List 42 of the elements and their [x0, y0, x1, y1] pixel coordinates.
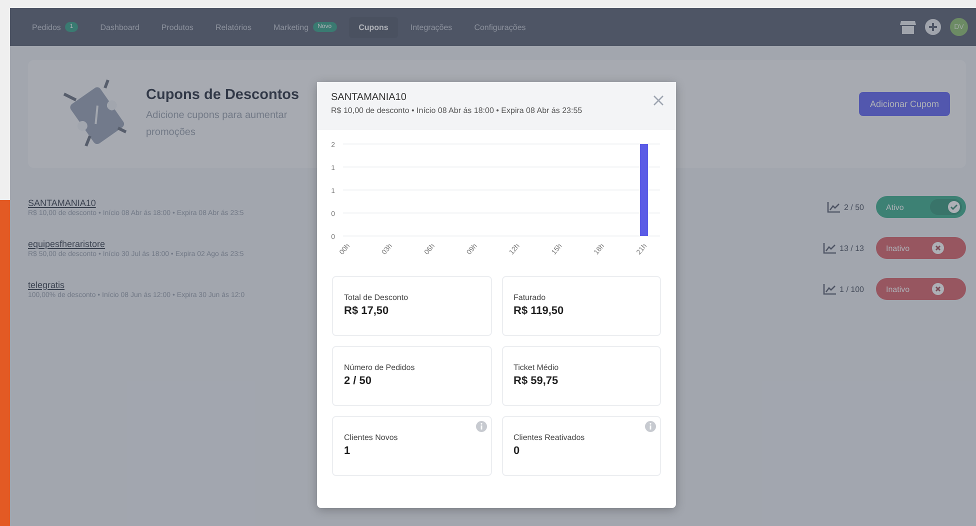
modal-title: SANTAMANIA10: [331, 92, 408, 103]
nav-tab[interactable]: Dashboard: [90, 16, 150, 38]
stat-label: Número de Pedidos: [344, 363, 416, 372]
stat-value: 1: [344, 445, 352, 457]
info-icon[interactable]: [476, 421, 486, 432]
usage-count: 13 / 13: [840, 244, 864, 252]
coupon-name-link[interactable]: SANTAMANIA10: [28, 198, 244, 208]
nav-tab[interactable]: Produtos: [151, 16, 204, 38]
add-coupon-button[interactable]: Adicionar Cupom: [858, 92, 950, 116]
page-title: Cupons de Descontos: [146, 87, 300, 103]
store-icon[interactable]: [900, 20, 916, 34]
check-icon: [950, 203, 958, 211]
nav-tab[interactable]: Integrações: [400, 16, 462, 38]
modal-subtitle: R$ 10,00 de desconto • Início 08 Abr ás 18:00 • Expira 08 Abr ás 23:55: [331, 106, 582, 115]
status-toggle[interactable]: Inativo: [876, 278, 966, 300]
stat-value: R$ 119,50: [514, 305, 565, 317]
stat-value: R$ 17,50: [344, 305, 390, 317]
nav-tab[interactable]: Cupons: [348, 16, 398, 38]
x-icon: [934, 285, 942, 293]
stat-value: R$ 59,75: [514, 375, 560, 387]
status-toggle[interactable]: Ativo: [876, 196, 966, 218]
info-icon[interactable]: [645, 421, 656, 432]
stat-label: Clientes Novos: [344, 433, 399, 442]
x-icon: [934, 244, 942, 252]
coupon-name-link[interactable]: equipesfheraristore: [28, 238, 244, 248]
coupon-name-link[interactable]: telegratis: [28, 280, 245, 290]
chart-icon: [822, 284, 836, 294]
chart-icon: [822, 242, 836, 254]
stat-label: Ticket Médio: [514, 363, 560, 372]
chart-icon: [826, 202, 840, 212]
stat-value: 0: [514, 445, 521, 457]
close-icon[interactable]: [653, 95, 664, 106]
usage-count: 2 / 50: [844, 202, 864, 212]
nav-tab[interactable]: Relatórios: [205, 16, 262, 38]
stat-label: Total de Desconto: [344, 293, 410, 302]
status-toggle[interactable]: Inativo: [876, 237, 966, 259]
stat-label: Clientes Reativados: [514, 433, 586, 442]
nav-tab[interactable]: Configurações: [464, 16, 536, 38]
usage-count: 1 / 100: [840, 284, 864, 294]
stat-label: Faturado: [514, 293, 547, 302]
add-icon[interactable]: [925, 19, 941, 35]
stat-value: 2 / 50: [344, 375, 373, 387]
